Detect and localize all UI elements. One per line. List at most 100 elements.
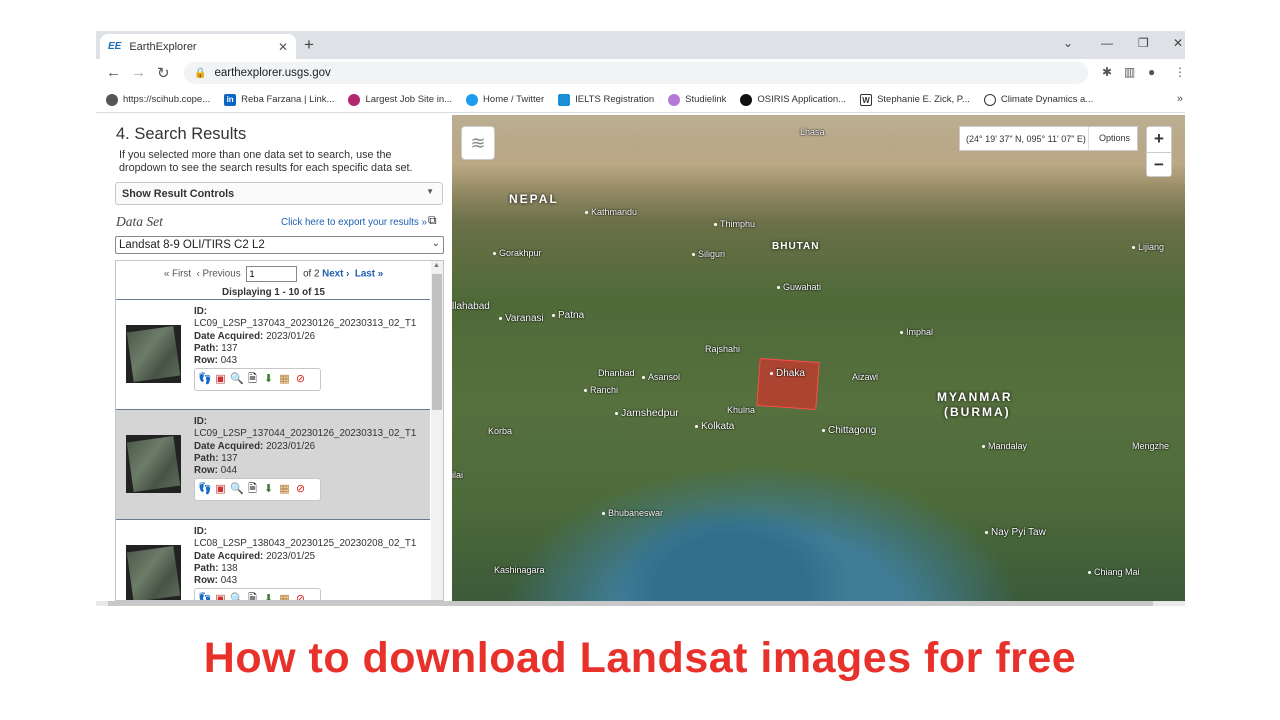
- city-label: Kathmandu: [585, 207, 637, 217]
- city-label: Dhanbad: [598, 368, 635, 378]
- bookmark-item[interactable]: Climate Dynamics a...: [983, 93, 1093, 106]
- results-scrollbar[interactable]: ▲: [431, 261, 443, 600]
- page-number-input[interactable]: [246, 266, 298, 282]
- compare-icon[interactable]: 🔍: [230, 483, 244, 496]
- result-item[interactable]: ID: LC08_L2SP_138043_20230125_20230208_0…: [116, 519, 430, 600]
- show-result-controls-toggle[interactable]: Show Result Controls ▼: [115, 182, 443, 205]
- profile-icon[interactable]: ●: [1148, 65, 1155, 79]
- previous-page-link[interactable]: ‹ Previous: [197, 269, 241, 280]
- bookmark-item[interactable]: Largest Job Site in...: [348, 93, 452, 106]
- restore-button[interactable]: ❐: [1138, 36, 1149, 50]
- map-view[interactable]: NEPAL BHUTAN MYANMAR (BURMA) Lhasa Kathm…: [452, 115, 1185, 601]
- bookmark-item[interactable]: in Reba Farzana | Link...: [224, 93, 334, 106]
- coordinates-text: (24° 19' 37" N, 095° 11' 07" E): [966, 133, 1086, 144]
- city-label: ilai: [452, 470, 464, 480]
- page-horizontal-scrollbar[interactable]: [96, 601, 1185, 606]
- bookmark-item[interactable]: IELTS Registration: [558, 93, 654, 106]
- studielink-icon: [668, 93, 681, 106]
- layers-icon[interactable]: ≋: [461, 126, 495, 160]
- city-label: Korba: [488, 426, 513, 436]
- video-caption: How to download Landsat images for free: [203, 634, 1077, 682]
- city-label: Mandalay: [982, 441, 1027, 451]
- result-actions: 👣 ▣ 🔍 🗎 ⬇ ▦ ⊘: [194, 588, 321, 600]
- compare-icon[interactable]: 🔍: [230, 373, 244, 386]
- metadata-icon[interactable]: 🗎: [246, 593, 259, 600]
- browse-overlay-icon[interactable]: ▣: [214, 373, 227, 386]
- last-page-link[interactable]: Last »: [355, 269, 383, 280]
- map-options-button[interactable]: Options: [1099, 133, 1130, 143]
- city-label: Imphal: [900, 327, 933, 337]
- pager: « First ‹ Previous of 2 Next › Last »: [116, 266, 431, 282]
- zoom-in-button[interactable]: +: [1147, 127, 1171, 152]
- dataset-select[interactable]: Landsat 8-9 OLI/TIRS C2 L2 ⌄: [115, 236, 444, 254]
- compare-icon[interactable]: 🔍: [230, 593, 244, 600]
- order-icon[interactable]: ▦: [278, 593, 291, 600]
- address-toolbar: ← → ↻ 🔒 earthexplorer.usgs.gov ✱ ▥ ● ⋮: [96, 59, 1185, 87]
- exclude-icon[interactable]: ⊘: [294, 483, 307, 496]
- linkedin-icon: in: [224, 93, 237, 106]
- city-label: llahabad: [452, 301, 490, 312]
- bookmark-item[interactable]: W Stephanie E. Zick, P...: [860, 93, 970, 106]
- scene-footprint[interactable]: [756, 357, 820, 411]
- footprint-icon[interactable]: 👣: [198, 373, 212, 386]
- bookmark-item[interactable]: Studielink: [668, 93, 726, 106]
- address-bar[interactable]: 🔒 earthexplorer.usgs.gov: [184, 62, 1088, 84]
- scrollbar-thumb[interactable]: [432, 274, 442, 410]
- tab-title: EarthExplorer: [129, 40, 197, 53]
- exclude-icon[interactable]: ⊘: [294, 373, 307, 386]
- twitter-icon: [466, 93, 479, 106]
- download-icon[interactable]: ⬇: [262, 593, 275, 600]
- caret-down-icon: ▼: [426, 187, 434, 196]
- bookmarks-bar: https://scihub.cope... in Reba Farzana | …: [96, 87, 1185, 113]
- next-page-link[interactable]: Next ›: [322, 269, 349, 280]
- tab-earthexplorer[interactable]: EE EarthExplorer ✕: [100, 34, 296, 59]
- exclude-icon[interactable]: ⊘: [294, 593, 307, 600]
- result-thumbnail[interactable]: [126, 545, 181, 600]
- browse-overlay-icon[interactable]: ▣: [214, 593, 227, 600]
- footprint-icon[interactable]: 👣: [198, 593, 212, 600]
- result-thumbnail[interactable]: [126, 435, 181, 493]
- browser-window: EE EarthExplorer ✕ + ⌄ — ❐ ✕ ← → ↻ 🔒 ear…: [96, 31, 1185, 606]
- metadata-icon[interactable]: 🗎: [246, 483, 259, 496]
- panel-description: If you selected more than one data set t…: [119, 149, 413, 174]
- result-item[interactable]: ID: LC09_L2SP_137043_20230126_20230313_0…: [116, 299, 430, 409]
- result-thumbnail[interactable]: [126, 325, 181, 383]
- side-panel-icon[interactable]: ▥: [1124, 65, 1135, 79]
- displaying-count: Displaying 1 - 10 of 15: [222, 287, 325, 298]
- order-icon[interactable]: ▦: [278, 483, 291, 496]
- back-button[interactable]: ←: [106, 64, 121, 81]
- browse-overlay-icon[interactable]: ▣: [214, 483, 227, 496]
- country-label: (BURMA): [944, 405, 1011, 419]
- zoom-out-button[interactable]: −: [1147, 152, 1171, 177]
- menu-icon[interactable]: ⋮: [1174, 65, 1185, 79]
- metadata-icon[interactable]: 🗎: [246, 373, 259, 386]
- reload-button[interactable]: ↻: [157, 64, 170, 82]
- scrollbar-thumb[interactable]: [108, 601, 1153, 606]
- bookmark-item[interactable]: OSIRIS Application...: [740, 93, 846, 106]
- tab-close-icon[interactable]: ✕: [278, 40, 288, 54]
- bookmark-item[interactable]: https://scihub.cope...: [106, 93, 210, 106]
- city-label: Varanasi: [499, 313, 544, 324]
- footprint-icon[interactable]: 👣: [198, 483, 212, 496]
- chevron-down-icon: ⌄: [431, 238, 440, 249]
- first-page-link[interactable]: « First: [164, 269, 191, 280]
- dataset-label: Data Set: [116, 214, 163, 229]
- order-icon[interactable]: ▦: [278, 373, 291, 386]
- city-label: Patna: [552, 310, 584, 321]
- extensions-icon[interactable]: ✱: [1102, 65, 1112, 79]
- zoom-control: + −: [1146, 126, 1172, 177]
- export-results-link[interactable]: Click here to export your results »: [281, 217, 427, 228]
- city-label: Khulna: [727, 405, 756, 415]
- result-item[interactable]: ID: LC09_L2SP_137044_20230126_20230313_0…: [116, 409, 430, 519]
- bookmark-item[interactable]: Home / Twitter: [466, 93, 544, 106]
- download-icon[interactable]: ⬇: [262, 483, 275, 496]
- bookmarks-more-button[interactable]: »: [1177, 93, 1183, 105]
- close-window-button[interactable]: ✕: [1173, 36, 1183, 50]
- tab-search-icon[interactable]: ⌄: [1063, 36, 1073, 50]
- download-icon[interactable]: ⬇: [262, 373, 275, 386]
- new-tab-button[interactable]: +: [304, 35, 314, 55]
- scroll-up-icon[interactable]: ▲: [433, 262, 440, 269]
- minimize-button[interactable]: —: [1101, 36, 1113, 50]
- forward-button[interactable]: →: [131, 64, 146, 81]
- external-link-icon[interactable]: ⧉: [428, 213, 437, 228]
